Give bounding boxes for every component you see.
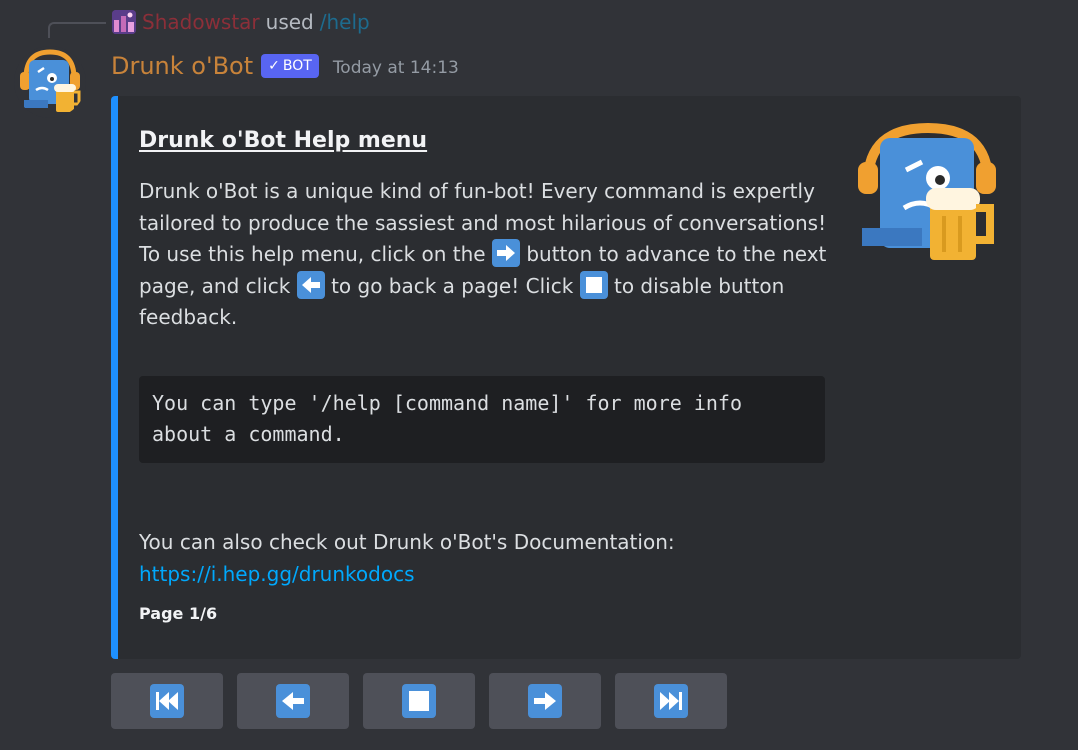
arrow-left-icon [276, 684, 310, 718]
last-page-button[interactable] [615, 673, 727, 729]
bot-badge: ✓ BOT [261, 54, 319, 78]
checkmark-icon: ✓ [268, 58, 280, 74]
docs-link[interactable]: https://i.hep.gg/drunkodocs [139, 558, 415, 590]
next-page-button[interactable] [489, 673, 601, 729]
desc-intro: Drunk o'Bot is a unique kind of fun-bot!… [139, 179, 827, 235]
first-page-icon [150, 684, 184, 718]
timestamp: Today at 14:13 [332, 58, 459, 78]
embed-title: Drunk o'Bot Help menu [139, 128, 428, 153]
pagination-buttons [111, 673, 727, 729]
bot-avatar[interactable] [14, 46, 86, 118]
previous-page-button[interactable] [237, 673, 349, 729]
arrow-left-icon [296, 270, 325, 299]
first-page-button[interactable] [111, 673, 223, 729]
embed-thumbnail[interactable] [858, 122, 1000, 264]
desc-help-part1: To use this help menu, click on the [139, 242, 486, 266]
message-header: Drunk o'Bot ✓ BOT Today at 14:13 [111, 46, 459, 86]
reply-used-text: used [265, 10, 314, 34]
reply-username[interactable]: Shadowstar [142, 10, 260, 34]
stop-icon [402, 684, 436, 718]
reply-connector [48, 22, 106, 38]
reply-command[interactable]: /help [320, 10, 370, 34]
author-name[interactable]: Drunk o'Bot [111, 52, 253, 80]
desc-help-part3: to go back a page! Click [331, 273, 574, 298]
docs-text: You can also check out Drunk o'Bot's Doc… [139, 530, 675, 554]
reply-context: Shadowstar used /help [112, 8, 370, 36]
arrow-right-icon [528, 684, 562, 718]
stop-button[interactable] [363, 673, 475, 729]
user-mini-avatar[interactable] [112, 10, 136, 34]
help-embed: Drunk o'Bot Help menu Drunk o'Bot is a u… [111, 96, 1021, 659]
embed-footer: Page 1/6 [139, 604, 218, 623]
arrow-right-icon [491, 239, 520, 267]
code-block: You can type '/help [command name]' for … [139, 376, 825, 463]
bot-badge-label: BOT [282, 58, 312, 74]
embed-description: Drunk o'Bot is a unique kind of fun-bot!… [139, 176, 839, 334]
stop-icon [579, 270, 608, 299]
last-page-icon [654, 684, 688, 718]
